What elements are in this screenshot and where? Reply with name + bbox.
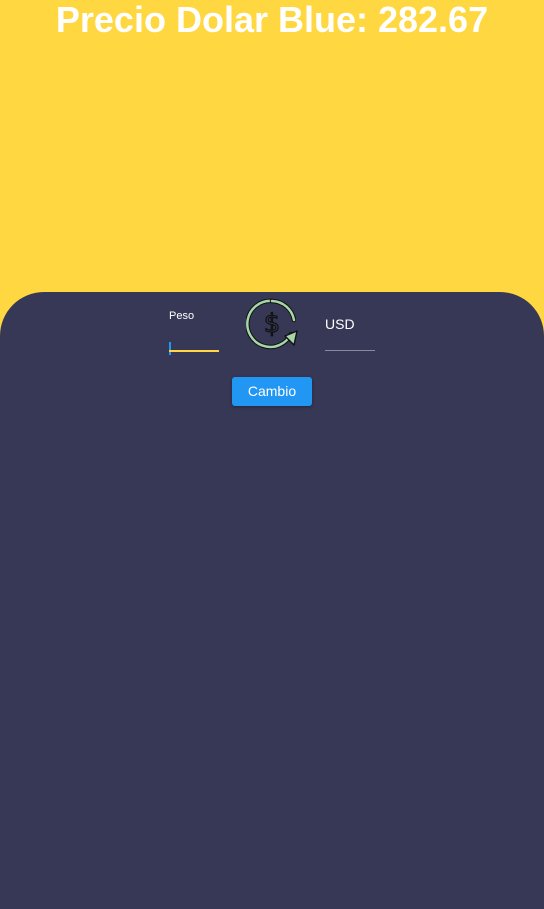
usd-underline [325,350,375,351]
usd-field[interactable]: USD [325,308,375,351]
dollar-exchange-icon-graphic: $ [245,298,298,350]
peso-label: Peso [169,310,195,322]
svg-text:$: $ [264,309,281,339]
dollar-exchange-icon[interactable]: $ [245,298,298,350]
peso-underline [169,350,219,352]
converter-panel: Peso $ USD Cambio [0,292,544,909]
peso-field[interactable]: Peso [169,308,219,355]
app-screen: Precio Dolar Blue: 282.67 Peso $ USD Cam… [0,0,544,909]
page-title: Precio Dolar Blue: 282.67 [55,0,489,40]
usd-input[interactable] [325,326,375,348]
cambio-button[interactable]: Cambio [232,377,312,406]
peso-input[interactable] [169,326,219,348]
text-cursor [169,342,171,355]
